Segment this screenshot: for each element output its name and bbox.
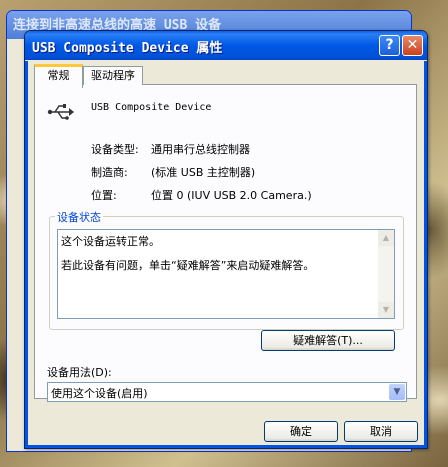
device-type-label: 设备类型: bbox=[91, 143, 139, 156]
device-status-textbox[interactable]: 这个设备运转正常。 若此设备有问题，单击“疑难解答”来启动疑难解答。 ▲ ▼ bbox=[57, 229, 395, 319]
device-usage-select[interactable]: 使用这个设备(启用) ▼ bbox=[47, 382, 407, 402]
status-line-2: 若此设备有问题，单击“疑难解答”来启动疑难解答。 bbox=[61, 259, 315, 272]
cancel-button[interactable]: 取消 bbox=[344, 421, 418, 442]
troubleshoot-button[interactable]: 疑难解答(T)... bbox=[261, 330, 395, 351]
device-status-title: 设备状态 bbox=[55, 209, 103, 225]
location-label: 位置: bbox=[91, 189, 117, 202]
status-line-1: 这个设备运转正常。 bbox=[61, 235, 160, 248]
arrow-up-icon[interactable]: ▲ bbox=[378, 230, 394, 246]
tab-general[interactable]: 常规 bbox=[34, 64, 83, 88]
device-usage-label: 设备用法(D): bbox=[47, 366, 112, 379]
usb-icon bbox=[47, 104, 74, 120]
manufacturer-label: 制造商: bbox=[91, 166, 128, 179]
chevron-down-icon[interactable]: ▼ bbox=[389, 384, 405, 400]
help-icon: ? bbox=[385, 37, 394, 53]
manufacturer-value: (标准 USB 主控制器) bbox=[151, 166, 256, 179]
dialog-frame-bottom bbox=[25, 445, 427, 448]
close-button[interactable]: ✕ bbox=[402, 35, 423, 56]
help-button[interactable]: ? bbox=[379, 35, 400, 56]
device-type-value: 通用串行总线控制器 bbox=[151, 143, 250, 156]
arrow-down-icon[interactable]: ▼ bbox=[378, 302, 394, 318]
tab-driver[interactable]: 驱动程序 bbox=[83, 66, 143, 85]
device-usage-value: 使用这个设备(启用) bbox=[51, 387, 148, 400]
properties-dialog: USB Composite Device 属性 ? ✕ 常规 驱动程序 USB … bbox=[24, 30, 428, 449]
ok-button[interactable]: 确定 bbox=[264, 421, 338, 442]
dialog-title: USB Composite Device 属性 bbox=[32, 41, 223, 56]
device-name: USB Composite Device bbox=[91, 102, 212, 113]
location-value: 位置 0 (IUV USB 2.0 Camera.) bbox=[151, 189, 312, 202]
status-scrollbar[interactable]: ▲ ▼ bbox=[378, 230, 394, 318]
close-icon: ✕ bbox=[406, 37, 419, 53]
dialog-titlebar[interactable]: USB Composite Device 属性 ? ✕ bbox=[25, 31, 427, 60]
